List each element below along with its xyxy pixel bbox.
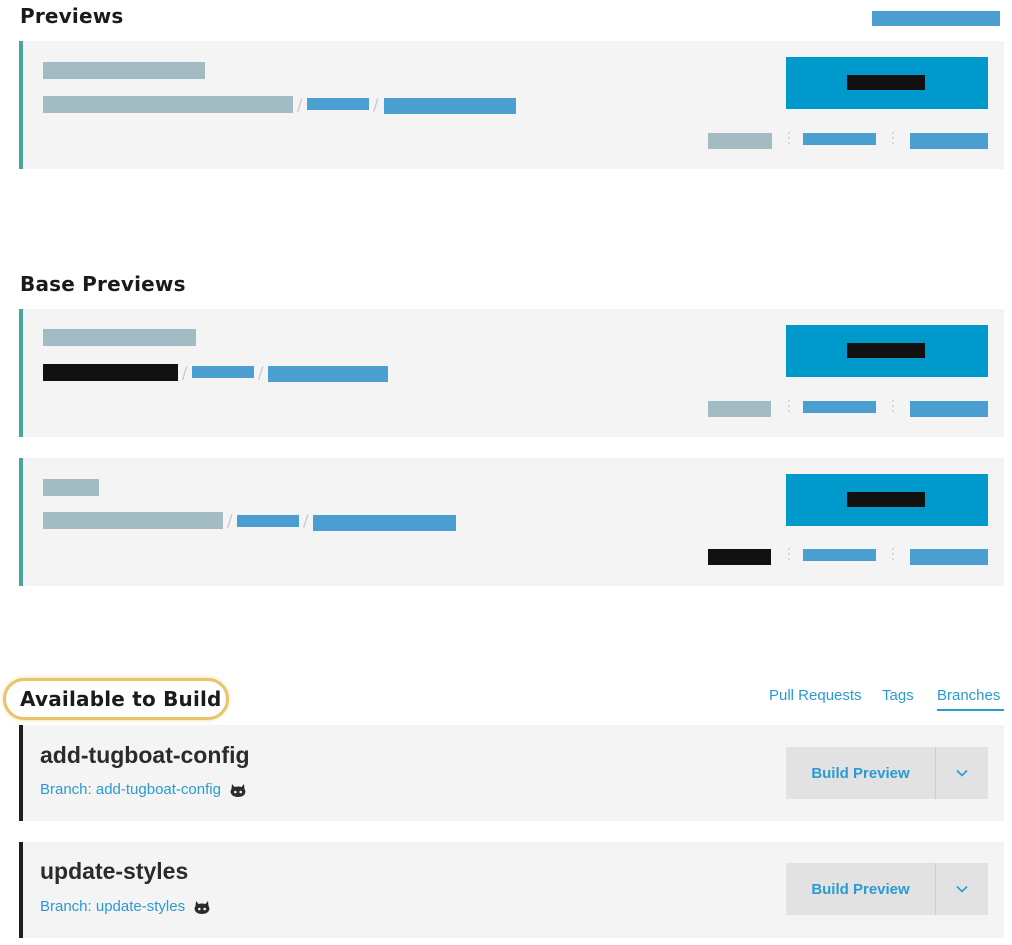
tab-tags[interactable]: Tags: [882, 687, 914, 704]
redacted-preview-link[interactable]: [307, 98, 369, 110]
meta-divider: [892, 132, 894, 147]
previews-heading: Previews: [20, 4, 124, 28]
redacted-preview-name: [43, 479, 99, 496]
redacted-preview-repo: [43, 364, 178, 381]
chevron-down-icon: [956, 885, 968, 893]
redacted-preview-link[interactable]: [803, 133, 876, 145]
available-to-build-heading: Available to Build: [20, 687, 222, 711]
redacted-preview-link[interactable]: [268, 366, 388, 382]
branch-label[interactable]: Branch: add-tugboat-config: [40, 781, 221, 798]
meta-divider: [788, 400, 790, 415]
branch-name: add-tugboat-config: [40, 742, 250, 768]
build-options-toggle[interactable]: [936, 863, 988, 915]
redacted-preview-button[interactable]: [786, 325, 988, 377]
build-options-toggle[interactable]: [936, 747, 988, 799]
tab-branches[interactable]: Branches: [937, 687, 1004, 711]
build-preview-group: Build Preview: [786, 863, 988, 915]
build-preview-group: Build Preview: [786, 747, 988, 799]
redacted-preview-repo: [43, 512, 223, 529]
redacted-preview-meta: [708, 133, 772, 149]
build-preview-button[interactable]: Build Preview: [786, 863, 935, 915]
redacted-preview-link[interactable]: [910, 133, 988, 149]
redacted-preview-name: [43, 62, 205, 79]
chevron-down-icon: [956, 769, 968, 777]
branch-link[interactable]: Branch: add-tugboat-config: [40, 781, 247, 798]
redacted-header-action[interactable]: [872, 11, 1000, 26]
branch-name: update-styles: [40, 858, 189, 884]
redacted-preview-link[interactable]: [910, 549, 988, 565]
redacted-preview-button[interactable]: [786, 474, 988, 526]
redacted-preview-meta: [708, 401, 771, 417]
redacted-preview-link[interactable]: [384, 98, 516, 114]
build-preview-button[interactable]: Build Preview: [786, 747, 935, 799]
redacted-preview-link[interactable]: [910, 401, 988, 417]
redacted-preview-repo: [43, 96, 293, 113]
branch-label[interactable]: Branch: update-styles: [40, 898, 185, 915]
redacted-preview-meta: [708, 549, 771, 565]
github-icon: [230, 783, 246, 797]
base-previews-heading: Base Previews: [20, 272, 186, 296]
redacted-preview-link[interactable]: [192, 366, 254, 378]
tab-pull-requests[interactable]: Pull Requests: [769, 687, 862, 704]
redacted-preview-link[interactable]: [803, 549, 876, 561]
branch-link[interactable]: Branch: update-styles: [40, 898, 211, 915]
meta-divider: [892, 548, 894, 563]
meta-divider: [788, 548, 790, 563]
meta-divider: [788, 132, 790, 147]
redacted-preview-button[interactable]: [786, 57, 988, 109]
meta-divider: [892, 400, 894, 415]
redacted-preview-link[interactable]: [803, 401, 876, 413]
redacted-preview-link[interactable]: [313, 515, 456, 531]
github-icon: [194, 900, 210, 914]
redacted-preview-link[interactable]: [237, 515, 299, 527]
redacted-preview-name: [43, 329, 196, 346]
